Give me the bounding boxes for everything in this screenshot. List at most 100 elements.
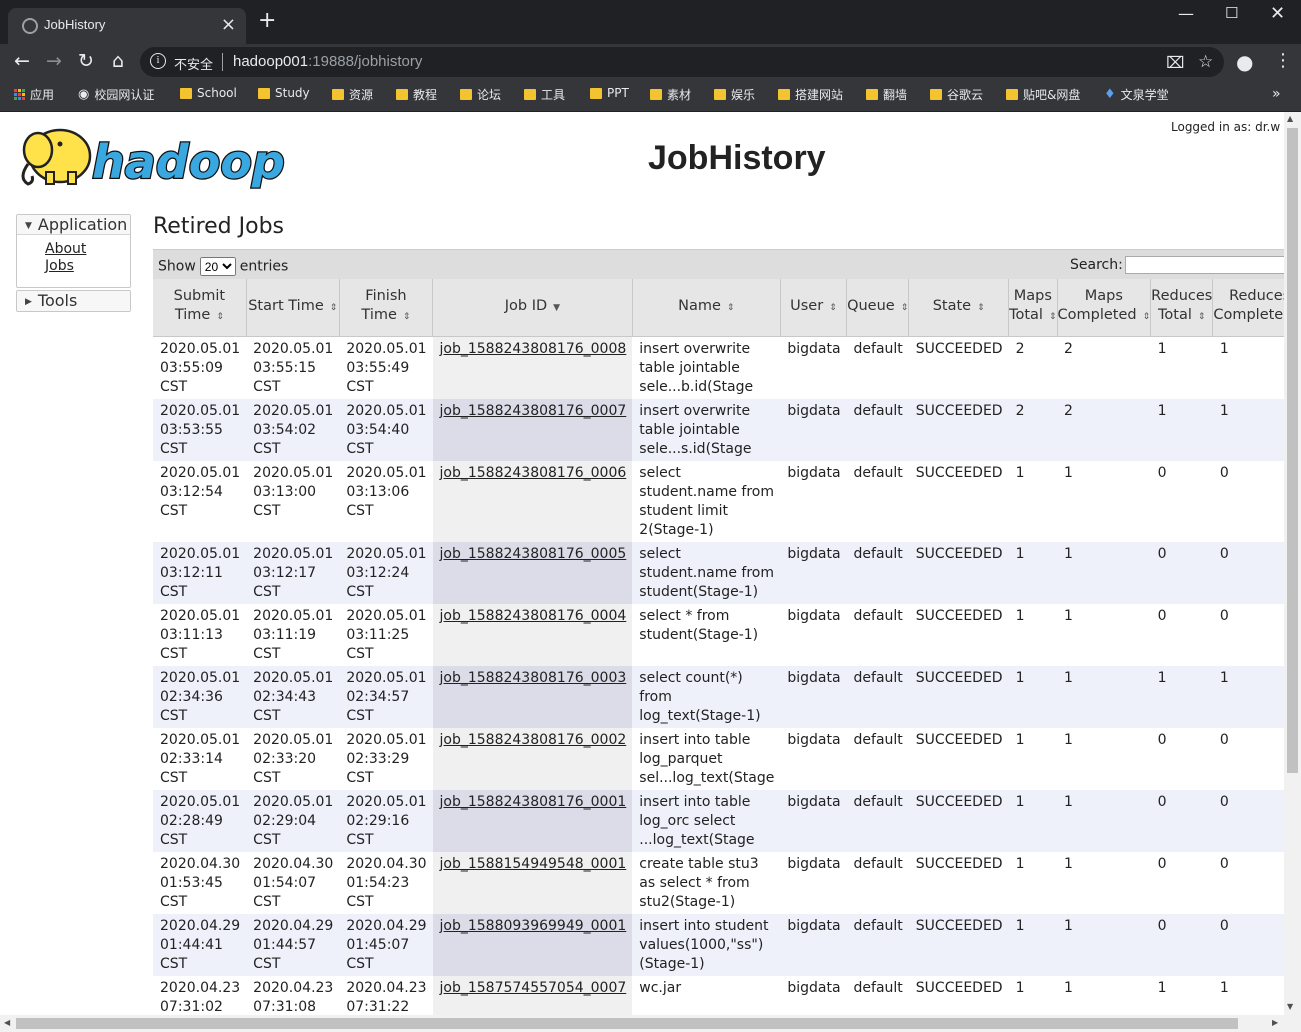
column-header-user[interactable]: User ⇕: [780, 279, 848, 337]
bookmark-item[interactable]: ♦ 文泉学堂: [1104, 86, 1169, 103]
cell-submit: 2020.05.01 03:53:55 CST: [153, 398, 247, 461]
menu-icon[interactable]: ⋮: [1274, 50, 1292, 71]
close-tab-icon[interactable]: ×: [221, 14, 236, 35]
job-id-link[interactable]: job_1587574557054_0007: [440, 980, 627, 996]
new-tab-icon[interactable]: +: [258, 10, 276, 32]
horizontal-scroll-thumb[interactable]: [16, 1018, 1238, 1029]
application-nav-header[interactable]: ▼ Application: [17, 215, 130, 235]
scroll-down-icon[interactable]: ▼: [1287, 1002, 1293, 1011]
cell-name: insert into table log_parquet sel...log_…: [632, 727, 781, 790]
folder-icon: [1006, 89, 1018, 100]
cell-start: 2020.05.01 03:13:00 CST: [246, 460, 340, 542]
browser-tab[interactable]: JobHistory ×: [8, 8, 246, 44]
profile-icon[interactable]: ●: [1236, 50, 1253, 74]
job-id-link[interactable]: job_1588243808176_0005: [440, 546, 627, 562]
bookmark-folder[interactable]: 搭建网站: [778, 86, 843, 103]
cell-name: select student.name from student limit 2…: [632, 460, 781, 542]
maximize-icon[interactable]: ☐: [1225, 4, 1238, 22]
url-text[interactable]: hadoop001:19888/jobhistory: [233, 53, 422, 70]
entries-select[interactable]: 20: [199, 257, 236, 276]
column-header-maps-completed[interactable]: Maps Completed ⇕: [1057, 279, 1152, 337]
cell-start: 2020.04.30 01:54:07 CST: [246, 851, 340, 914]
close-window-icon[interactable]: ✕: [1270, 3, 1285, 24]
vertical-scroll-thumb[interactable]: [1287, 128, 1298, 773]
minimize-icon[interactable]: —: [1178, 4, 1194, 23]
bookmark-folder[interactable]: 翻墙: [866, 86, 907, 103]
sort-icon: ⇕: [216, 312, 224, 323]
sort-icon: ⇕: [900, 302, 909, 313]
cell-queue: default: [846, 727, 909, 790]
bookmark-folder[interactable]: PPT: [590, 86, 629, 100]
cell-maps-total: 1: [1008, 727, 1058, 790]
cell-submit: 2020.05.01 03:55:09 CST: [153, 336, 247, 399]
nav-link-jobs[interactable]: Jobs: [45, 258, 130, 275]
job-id-link[interactable]: job_1588243808176_0007: [440, 403, 627, 419]
home-icon[interactable]: ⌂: [106, 50, 130, 72]
translate-icon[interactable]: ⌧: [1166, 53, 1184, 72]
bookmark-label: Study: [275, 86, 310, 100]
column-header-maps-total[interactable]: Maps Total ⇕: [1008, 279, 1058, 337]
table-row: 2020.05.01 02:33:14 CST 2020.05.01 02:33:…: [153, 727, 1301, 790]
bookmark-apps[interactable]: 应用: [14, 86, 54, 103]
column-header-start[interactable]: Start Time ⇕: [246, 279, 340, 337]
bookmark-star-icon[interactable]: ☆: [1198, 52, 1213, 72]
column-header-reduces-total[interactable]: Reduces Total ⇕: [1150, 279, 1214, 337]
bookmark-folder[interactable]: 娱乐: [714, 86, 755, 103]
scroll-right-icon[interactable]: ▶: [1272, 1018, 1278, 1027]
bookmark-folder[interactable]: 资源: [332, 86, 373, 103]
sort-desc-icon: ▼: [553, 302, 561, 313]
column-header-finish[interactable]: Finish Time ⇕: [339, 279, 434, 337]
column-header-jobid[interactable]: Job ID ▼: [432, 279, 633, 337]
globe-icon: ◉: [78, 87, 90, 102]
bookmark-folder[interactable]: 工具: [524, 86, 565, 103]
column-header-submit[interactable]: Submit Time ⇕: [153, 279, 247, 337]
scroll-left-icon[interactable]: ◀: [4, 1018, 10, 1027]
back-icon[interactable]: ←: [10, 50, 34, 72]
bookmark-folder[interactable]: School: [180, 86, 237, 100]
folder-icon: [258, 87, 270, 99]
forward-icon[interactable]: →: [42, 50, 66, 72]
vertical-scrollbar[interactable]: ▲ ▼: [1284, 112, 1301, 1015]
sort-icon: ⇕: [402, 312, 411, 323]
column-header-label: Time: [361, 307, 397, 324]
tools-nav-header[interactable]: ▶ Tools: [17, 291, 130, 311]
cell-queue: default: [846, 460, 909, 542]
bookmark-folder[interactable]: 贴吧&网盘: [1006, 86, 1080, 103]
cell-start: 2020.05.01 02:34:43 CST: [246, 665, 340, 728]
job-id-link[interactable]: job_1588154949548_0001: [440, 856, 627, 872]
nav-link-about[interactable]: About: [45, 241, 130, 258]
cell-state: SUCCEEDED: [908, 398, 1009, 461]
horizontal-scrollbar[interactable]: ◀ ▶: [0, 1015, 1301, 1032]
triangle-down-icon: ▼: [25, 220, 32, 231]
job-id-link[interactable]: job_1588243808176_0004: [440, 608, 627, 624]
cell-maps-total: 1: [1008, 665, 1058, 728]
show-entries: Show 20 entries: [158, 257, 288, 276]
job-id-link[interactable]: job_1588243808176_0008: [440, 341, 627, 357]
sort-icon: ⇕: [1048, 312, 1057, 323]
info-icon[interactable]: i: [150, 53, 166, 69]
column-header-name[interactable]: Name ⇕: [632, 279, 781, 337]
bookmark-item[interactable]: ◉ 校园网认证: [78, 86, 154, 103]
bookmark-folder[interactable]: 谷歌云: [930, 86, 983, 103]
job-id-link[interactable]: job_1588243808176_0002: [440, 732, 627, 748]
tools-nav: ▶ Tools: [16, 290, 131, 312]
job-id-link[interactable]: job_1588243808176_0003: [440, 670, 627, 686]
bookmark-folder[interactable]: Study: [258, 86, 310, 100]
bookmark-folder[interactable]: 论坛: [460, 86, 501, 103]
bookmark-folder[interactable]: 教程: [396, 86, 437, 103]
address-bar[interactable]: i 不安全 hadoop001:19888/jobhistory ⌧ ☆: [140, 47, 1224, 77]
bookmark-folder[interactable]: 素材: [650, 86, 691, 103]
job-id-link[interactable]: job_1588093969949_0001: [440, 918, 627, 934]
scroll-up-icon[interactable]: ▲: [1287, 114, 1293, 123]
search-input[interactable]: [1125, 256, 1295, 274]
column-header-label: Time: [174, 307, 211, 324]
bookmark-label: PPT: [607, 86, 629, 100]
cell-name: insert overwrite table jointable sele...…: [632, 398, 781, 461]
reload-icon[interactable]: ↻: [74, 50, 98, 72]
more-bookmarks-icon[interactable]: »: [1272, 86, 1281, 102]
job-id-link[interactable]: job_1588243808176_0006: [440, 465, 627, 481]
column-header-state[interactable]: State ⇕: [908, 279, 1010, 337]
job-id-link[interactable]: job_1588243808176_0001: [440, 794, 627, 810]
cell-jobid: job_1588243808176_0004: [432, 603, 633, 666]
column-header-queue[interactable]: Queue ⇕: [846, 279, 910, 337]
